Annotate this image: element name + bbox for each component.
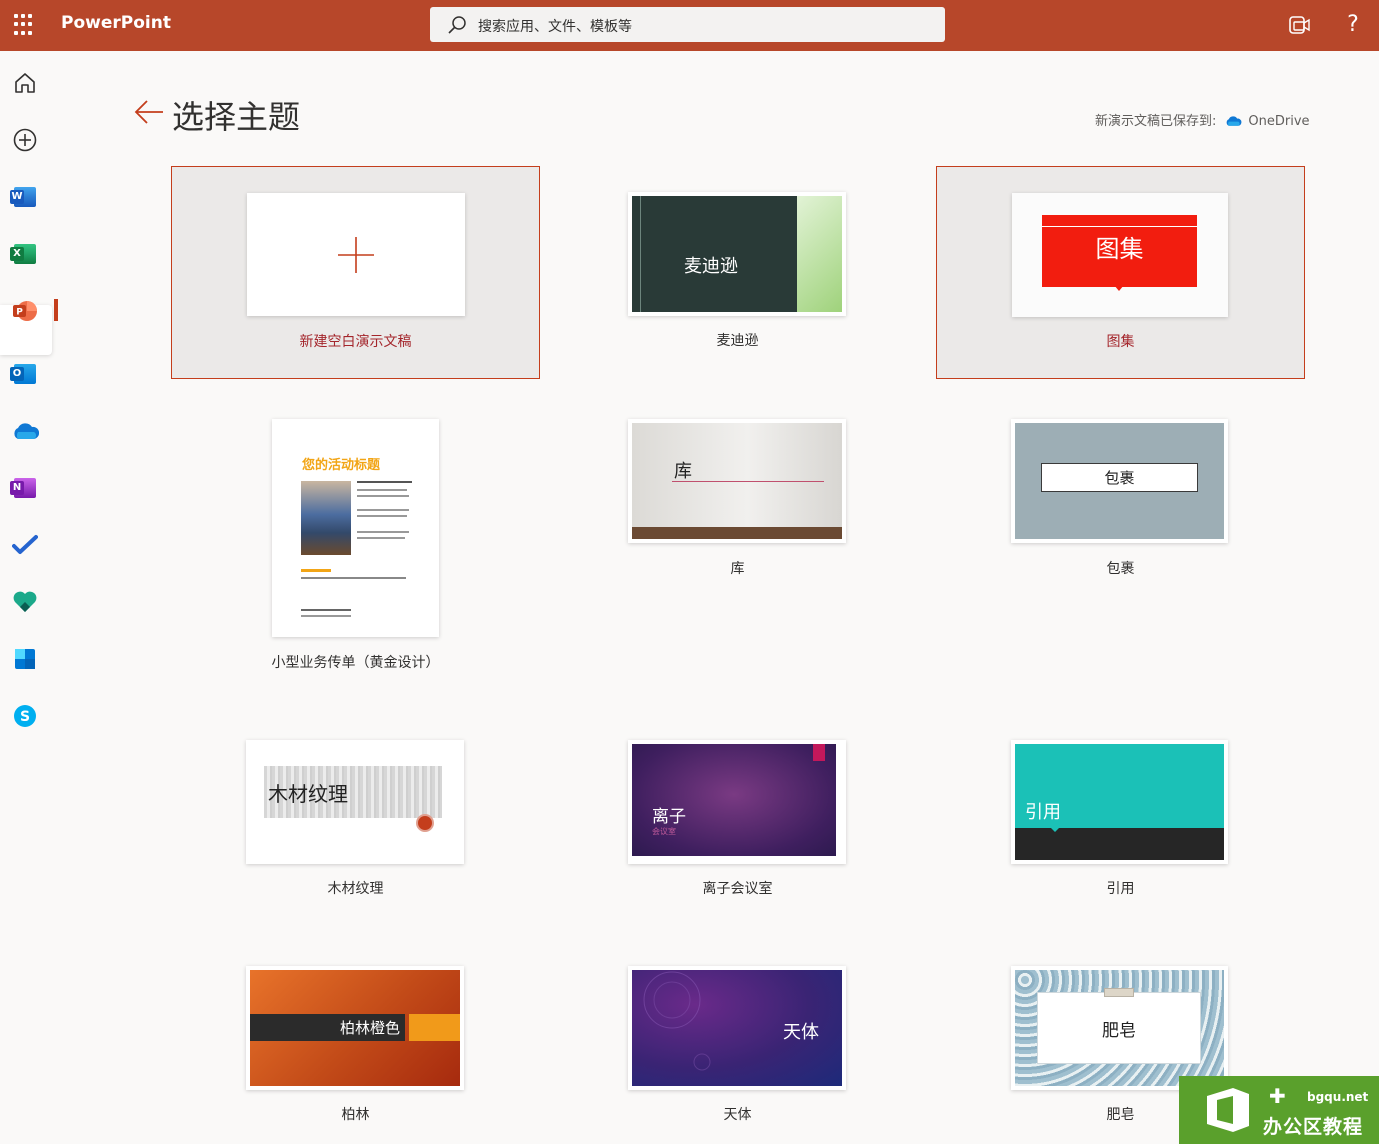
app-rail: W X P O N S (0, 51, 58, 1144)
theme-name: 新建空白演示文稿 (299, 334, 412, 350)
word-icon[interactable]: W (10, 182, 40, 212)
theme-thumbnail: 引用 (1011, 740, 1228, 864)
svg-text:P: P (16, 308, 23, 318)
theme-name: 引用 (1106, 881, 1135, 897)
theme-thumbnail: 柏林橙色 (246, 966, 464, 1090)
create-icon[interactable] (10, 125, 40, 155)
theme-thumbnail: 麦迪逊 (628, 192, 846, 316)
outlook-icon[interactable]: O (10, 359, 40, 389)
theme-name: 柏林 (341, 1107, 370, 1123)
powerpoint-icon[interactable]: P (10, 296, 40, 326)
theme-name: 图集 (1106, 334, 1135, 350)
theme-thumbnail: 天体 (628, 966, 846, 1090)
thumb-title: 您的活动标题 (302, 458, 381, 473)
todo-icon[interactable] (10, 530, 40, 560)
active-app-indicator (54, 299, 58, 321)
search-input[interactable]: 搜索应用、文件、模板等 (478, 16, 632, 36)
thumb-title: 图集 (1095, 235, 1144, 263)
saved-label: 新演示文稿已保存到: (1095, 114, 1217, 129)
excel-icon[interactable]: X (10, 239, 40, 269)
save-location-info: 新演示文稿已保存到: OneDrive (1095, 110, 1310, 129)
calendar-icon[interactable] (10, 644, 40, 674)
theme-name: 离子会议室 (702, 881, 773, 897)
help-icon[interactable]: ? (1340, 12, 1366, 38)
theme-thumbnail (247, 193, 465, 316)
thumb-subtitle: 会议室 (652, 827, 676, 836)
theme-thumbnail: 图集 (1012, 193, 1228, 317)
theme-name: 天体 (723, 1107, 752, 1123)
thumb-title: 库 (674, 461, 692, 482)
theme-card-ion[interactable]: 离子 会议室 离子会议室 (553, 714, 922, 927)
theme-card-celestial[interactable]: 天体 天体 (553, 940, 922, 1144)
teams-meet-icon[interactable] (1286, 12, 1312, 38)
saved-location-link[interactable]: OneDrive (1248, 114, 1309, 129)
theme-name: 库 (730, 561, 745, 577)
app-launcher-icon[interactable] (14, 14, 36, 36)
search-box[interactable]: 搜索应用、文件、模板等 (430, 7, 945, 42)
theme-thumbnail: 肥皂 (1011, 966, 1228, 1090)
theme-thumbnail: 您的活动标题 (272, 419, 439, 637)
page-title: 选择主题 (172, 98, 301, 136)
plus-icon (338, 237, 374, 273)
thumb-title: 引用 (1025, 802, 1061, 823)
thumb-title: 木材纹理 (268, 782, 348, 806)
top-bar: PowerPoint 搜索应用、文件、模板等 ? (0, 0, 1379, 51)
family-safety-icon[interactable] (10, 587, 40, 617)
thumb-title: 柏林橙色 (339, 1019, 400, 1037)
theme-thumbnail: 木材纹理 (246, 740, 464, 864)
plus-icon: ✚ (1269, 1084, 1286, 1108)
theme-card-wood-type[interactable]: 木材纹理 木材纹理 (171, 714, 540, 927)
theme-name: 小型业务传单（黄金设计） (271, 655, 440, 671)
thumb-title: 肥皂 (1102, 1021, 1136, 1041)
theme-card-blank[interactable]: 新建空白演示文稿 (171, 166, 540, 379)
svg-text:S: S (20, 709, 30, 725)
skype-icon[interactable]: S (10, 701, 40, 731)
app-name[interactable]: PowerPoint (61, 13, 171, 33)
theme-card-parcel[interactable]: 包裹 包裹 (936, 392, 1305, 605)
theme-name: 包裹 (1106, 561, 1135, 577)
theme-card-berlin[interactable]: 柏林橙色 柏林 (171, 940, 540, 1144)
theme-thumbnail: 离子 会议室 (628, 740, 846, 864)
thumb-title: 离子 (652, 807, 686, 827)
theme-thumbnail: 库 (628, 419, 846, 543)
thumb-title: 天体 (783, 1022, 819, 1043)
home-icon[interactable] (10, 68, 40, 98)
theme-name: 麦迪逊 (716, 333, 759, 349)
theme-card-quotable[interactable]: 引用 引用 (936, 714, 1305, 927)
watermark-url: bgqu.net (1307, 1090, 1369, 1104)
theme-name: 木材纹理 (327, 881, 384, 897)
site-watermark-logo: ✚ bgqu.net 办公区教程 (1179, 1076, 1379, 1144)
thumb-title: 包裹 (1104, 469, 1135, 487)
office-logo-icon (1207, 1088, 1249, 1132)
theme-card-gallery[interactable]: 库 库 (553, 392, 922, 605)
onedrive-icon[interactable] (10, 416, 40, 446)
back-arrow-icon[interactable] (133, 96, 165, 128)
thumb-title: 麦迪逊 (684, 256, 738, 277)
watermark-name: 办公区教程 (1263, 1116, 1364, 1138)
onedrive-small-icon (1227, 116, 1242, 126)
theme-card-madison[interactable]: 麦迪逊 麦迪逊 (553, 166, 922, 379)
theme-card-atlas[interactable]: 图集 图集 (936, 166, 1305, 379)
search-icon (448, 16, 466, 34)
theme-thumbnail: 包裹 (1011, 419, 1228, 543)
onenote-icon[interactable]: N (10, 473, 40, 503)
theme-card-flyer[interactable]: 您的活动标题 小型业务传单（黄金设计） (171, 392, 540, 682)
